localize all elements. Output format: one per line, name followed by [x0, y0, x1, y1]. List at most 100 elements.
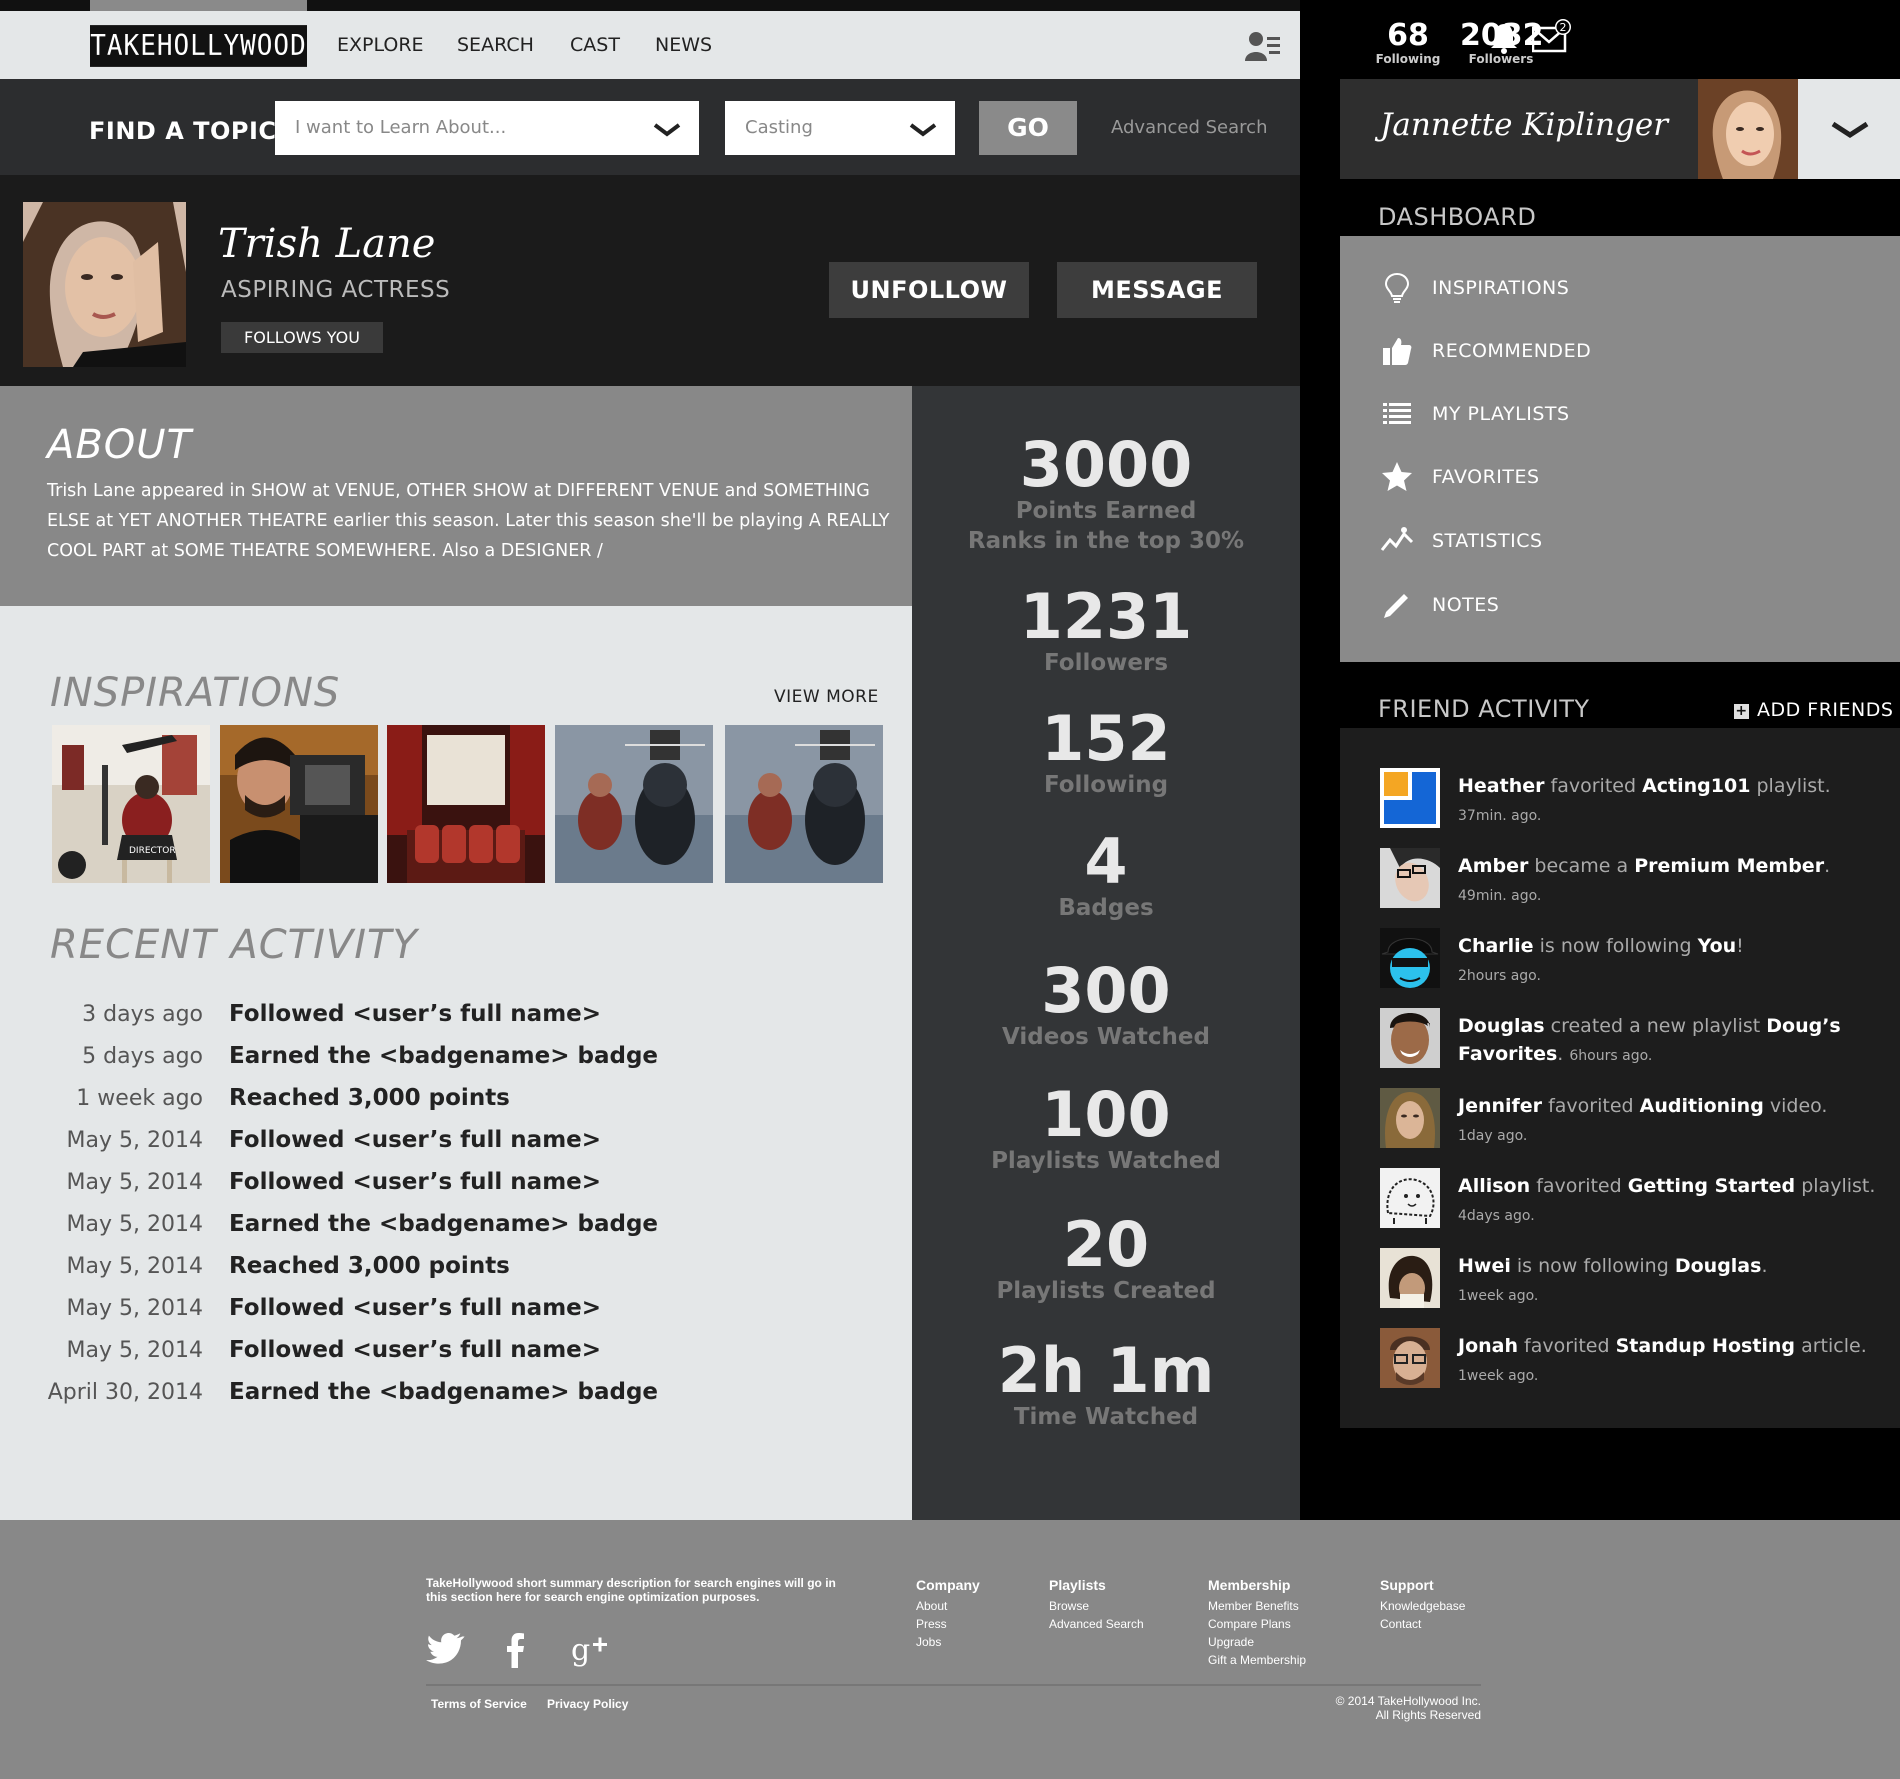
friend-activity-item[interactable]: Hwei is now following Douglas. 1week ago… — [1380, 1248, 1890, 1310]
inspiration-thumb[interactable] — [555, 725, 713, 883]
stat-label: Points Earned — [1015, 498, 1197, 524]
activity-date: May 5, 2014 — [66, 1128, 203, 1153]
footer-link-jobs[interactable]: Jobs — [916, 1633, 980, 1651]
stat-number: 100 — [1041, 1078, 1171, 1151]
friend-activity-item[interactable]: Amber became a Premium Member. 49min. ag… — [1380, 848, 1890, 910]
activity-date: 3 days ago — [82, 1002, 203, 1027]
privacy-policy-link[interactable]: Privacy Policy — [547, 1697, 628, 1711]
mail-icon[interactable]: 2 — [1532, 18, 1572, 54]
friend-activity-text: Heather favorited Acting101 playlist. 37… — [1458, 775, 1831, 824]
inspiration-thumb[interactable] — [387, 725, 545, 883]
category-dropdown-placeholder: Casting — [745, 117, 813, 138]
inspirations-title: INSPIRATIONS — [50, 670, 341, 716]
user-name[interactable]: Jannette Kiplinger — [1380, 107, 1668, 143]
avatar[interactable] — [1698, 79, 1798, 179]
footer-column-playlists: Playlists Browse Advanced Search — [1049, 1577, 1144, 1633]
friend-activity-item[interactable]: Douglas created a new playlist Doug’s Fa… — [1380, 1008, 1890, 1070]
footer-link-press[interactable]: Press — [916, 1615, 980, 1633]
friend-activity-item[interactable]: Jennifer favorited Auditioning video. 1d… — [1380, 1088, 1890, 1150]
message-button[interactable]: MESSAGE — [1057, 262, 1257, 318]
stat-label: Time Watched — [1013, 1404, 1199, 1430]
activity-date: April 30, 2014 — [47, 1380, 203, 1405]
topic-dropdown-placeholder: I want to Learn About... — [295, 117, 507, 138]
twitter-icon[interactable] — [426, 1630, 466, 1670]
footer: TakeHollywood short summary description … — [0, 1520, 1900, 1779]
following-count-label: Following — [1375, 52, 1441, 66]
dashboard-item-favorites[interactable]: FAVORITES — [1340, 452, 1900, 502]
inspiration-thumb[interactable]: DIRECTOR — [52, 725, 210, 883]
stat-playlists-created: 20 Playlists Created — [912, 1214, 1300, 1306]
star-icon — [1382, 462, 1412, 491]
add-friends-button[interactable]: + ADD FRIENDS — [1734, 699, 1893, 721]
friend-activity-item[interactable]: Jonah favorited Standup Hosting article.… — [1380, 1328, 1890, 1390]
dashboard-item-statistics[interactable]: STATISTICS — [1340, 516, 1900, 566]
dashboard-item-recommended[interactable]: RECOMMENDED — [1340, 326, 1900, 376]
facebook-icon[interactable] — [496, 1630, 536, 1670]
category-dropdown[interactable]: Casting — [725, 101, 955, 155]
footer-link-upgrade[interactable]: Upgrade — [1208, 1633, 1306, 1651]
footer-link-knowledgebase[interactable]: Knowledgebase — [1380, 1597, 1465, 1615]
stat-time-watched: 2h 1m Time Watched — [912, 1340, 1300, 1432]
dashboard-item-label: NOTES — [1432, 594, 1500, 616]
user-list-icon[interactable] — [1245, 31, 1281, 61]
topic-dropdown[interactable]: I want to Learn About... — [275, 101, 699, 155]
pencil-icon — [1384, 594, 1408, 618]
footer-link-browse[interactable]: Browse — [1049, 1597, 1144, 1615]
footer-link-advanced-search[interactable]: Advanced Search — [1049, 1615, 1144, 1633]
chart-line-icon — [1380, 527, 1414, 551]
nav-link-search[interactable]: SEARCH — [457, 34, 534, 56]
unfollow-button[interactable]: UNFOLLOW — [829, 262, 1029, 318]
inspiration-thumb[interactable] — [220, 725, 378, 883]
navbar: TAKEHOLLYWOOD EXPLORE SEARCH CAST NEWS — [0, 11, 1300, 79]
friend-activity-item[interactable]: Allison favorited Getting Started playli… — [1380, 1168, 1890, 1230]
user-dropdown-button[interactable] — [1798, 79, 1900, 179]
copyright-line: All Rights Reserved — [1375, 1708, 1481, 1722]
dashboard-title: DASHBOARD — [1378, 203, 1537, 231]
activity-date: May 5, 2014 — [66, 1338, 203, 1363]
friend-activity-item[interactable]: Heather favorited Acting101 playlist. 37… — [1380, 768, 1890, 830]
follows-you-badge: FOLLOWS YOU — [221, 322, 383, 353]
footer-column-heading: Company — [916, 1577, 980, 1593]
friend-activity-text: Hwei is now following Douglas. 1week ago… — [1458, 1255, 1768, 1304]
nav-link-news[interactable]: NEWS — [655, 34, 712, 56]
profile-title: ASPIRING ACTRESS — [221, 277, 451, 303]
activity-text: Reached 3,000 points — [229, 1253, 510, 1279]
go-button[interactable]: GO — [979, 101, 1077, 155]
stat-label: Playlists Created — [996, 1278, 1216, 1304]
activity-text: Followed <user’s full name> — [229, 1127, 602, 1153]
footer-link-gift-membership[interactable]: Gift a Membership — [1208, 1651, 1306, 1669]
friend-activity-time: 1week ago. — [1458, 1368, 1539, 1384]
footer-column-company: Company About Press Jobs — [916, 1577, 980, 1651]
footer-link-about[interactable]: About — [916, 1597, 980, 1615]
stat-label: Following — [1043, 772, 1169, 798]
dashboard-item-my-playlists[interactable]: MY PLAYLISTS — [1340, 389, 1900, 439]
footer-link-contact[interactable]: Contact — [1380, 1615, 1465, 1633]
inspiration-thumb[interactable] — [725, 725, 883, 883]
stat-playlists-watched: 100 Playlists Watched — [912, 1084, 1300, 1176]
dashboard-item-label: STATISTICS — [1432, 530, 1543, 552]
bell-icon[interactable] — [1489, 22, 1519, 54]
friend-activity-title: FRIEND ACTIVITY — [1378, 695, 1590, 723]
activity-row: May 5, 2014 Followed <user’s full name> — [0, 1164, 912, 1206]
friend-activity-time: 2hours ago. — [1458, 968, 1541, 984]
following-count[interactable]: 68 Following — [1373, 20, 1443, 67]
stat-points: 3000 Points Earned Ranks in the top 30% — [912, 434, 1300, 556]
dashboard-item-notes[interactable]: NOTES — [1340, 580, 1900, 630]
friend-activity-time: 49min. ago. — [1458, 888, 1542, 904]
about-title: ABOUT — [47, 422, 192, 468]
activity-row: 1 week ago Reached 3,000 points — [0, 1080, 912, 1122]
nav-link-cast[interactable]: CAST — [570, 34, 620, 56]
advanced-search-link[interactable]: Advanced Search — [1111, 117, 1267, 138]
logo[interactable]: TAKEHOLLYWOOD — [90, 25, 307, 67]
friend-activity-item[interactable]: Charlie is now following You! 2hours ago… — [1380, 928, 1890, 990]
footer-link-member-benefits[interactable]: Member Benefits — [1208, 1597, 1306, 1615]
google-plus-icon[interactable]: g — [571, 1630, 611, 1670]
main-column: TAKEHOLLYWOOD EXPLORE SEARCH CAST NEWS F… — [0, 0, 1300, 1520]
footer-divider — [426, 1684, 1481, 1686]
view-more-link[interactable]: VIEW MORE — [774, 687, 879, 707]
footer-link-compare-plans[interactable]: Compare Plans — [1208, 1615, 1306, 1633]
avatar — [1380, 768, 1440, 828]
dashboard-item-inspirations[interactable]: INSPIRATIONS — [1340, 263, 1900, 313]
terms-of-service-link[interactable]: Terms of Service — [431, 1697, 527, 1711]
nav-link-explore[interactable]: EXPLORE — [337, 34, 424, 56]
